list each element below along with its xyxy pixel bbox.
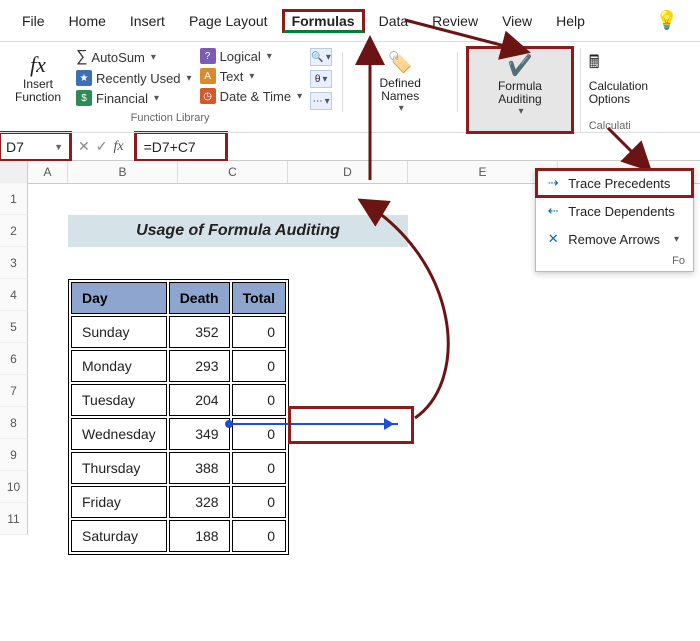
- chevron-down-icon: ▾: [151, 52, 156, 63]
- table-row: Monday2930: [71, 350, 286, 382]
- search-icon: 🔍: [311, 52, 323, 63]
- lookup-button[interactable]: 🔍▾: [310, 48, 332, 66]
- data-table: Day Death Total Sunday3520 Monday2930 Tu…: [68, 279, 289, 555]
- ribbon: fx Insert Function ∑AutoSum▾ ★Recently U…: [0, 42, 700, 133]
- formula-auditing-button[interactable]: ✔️ Formula Auditing ▾: [468, 48, 571, 132]
- calculation-group-label: Calculati: [589, 120, 631, 132]
- header-death: Death: [169, 282, 230, 314]
- date-time-button[interactable]: ◷Date & Time▾: [200, 88, 303, 104]
- menu-view[interactable]: View: [492, 9, 542, 33]
- row-header[interactable]: 2: [0, 215, 28, 247]
- table-row: Saturday1880: [71, 520, 286, 552]
- col-header-b[interactable]: B: [68, 161, 178, 183]
- row-header[interactable]: 6: [0, 343, 28, 375]
- trace-precedents-item[interactable]: ⇢Trace Precedents: [536, 169, 693, 197]
- defined-names-button[interactable]: 🏷️ Defined Names ▾: [353, 48, 447, 132]
- trace-precedents-icon: ⇢: [544, 175, 562, 191]
- col-header-a[interactable]: A: [28, 161, 68, 183]
- defined-names-icon: 🏷️: [388, 50, 413, 75]
- menu-data[interactable]: Data: [369, 9, 419, 33]
- group-function-library: fx Insert Function ∑AutoSum▾ ★Recently U…: [8, 48, 332, 132]
- menu-review[interactable]: Review: [422, 9, 488, 33]
- calculation-icon: 🖩: [589, 50, 600, 80]
- menu-insert[interactable]: Insert: [120, 9, 175, 33]
- logical-icon: ?: [200, 48, 216, 64]
- remove-arrows-icon: ✕: [544, 231, 562, 247]
- cancel-icon[interactable]: ✕: [78, 138, 90, 155]
- remove-arrows-item[interactable]: ✕Remove Arrows▾: [536, 225, 693, 253]
- table-row: Friday3280: [71, 486, 286, 518]
- recently-used-button[interactable]: ★Recently Used▾: [76, 70, 192, 86]
- formula-auditing-dropdown: ⇢Trace Precedents ⇠Trace Dependents ✕Rem…: [535, 168, 694, 272]
- menu-file[interactable]: File: [12, 9, 55, 33]
- calculation-options-button[interactable]: Calculation Options: [589, 80, 692, 106]
- row-header[interactable]: 7: [0, 375, 28, 407]
- financial-button[interactable]: $Financial▾: [76, 90, 192, 106]
- col-header-d[interactable]: D: [288, 161, 408, 183]
- tell-me-icon[interactable]: 💡: [646, 6, 688, 35]
- menu-help[interactable]: Help: [546, 9, 595, 33]
- menu-bar: File Home Insert Page Layout Formulas Da…: [0, 0, 700, 42]
- function-library-label: Function Library: [131, 112, 210, 124]
- name-box[interactable]: D7 ▼: [0, 133, 70, 160]
- auditing-icon: ✔️: [508, 53, 533, 78]
- formula-bar: D7 ▼ ✕ ✓ fx =D7+C7: [0, 133, 700, 161]
- insert-function-button[interactable]: fx Insert Function: [8, 48, 68, 108]
- table-row: Thursday3880: [71, 452, 286, 484]
- dropdown-footer: Fo: [536, 253, 693, 271]
- sheet-title: Usage of Formula Auditing: [68, 215, 408, 247]
- insert-function-label: Insert Function: [10, 78, 66, 104]
- header-day: Day: [71, 282, 167, 314]
- menu-page-layout[interactable]: Page Layout: [179, 9, 278, 33]
- table-header-row: Day Death Total: [71, 282, 286, 314]
- row-header[interactable]: 8: [0, 407, 28, 439]
- formula-value: =D7+C7: [144, 139, 196, 155]
- row-header[interactable]: 3: [0, 247, 28, 279]
- row-header[interactable]: 1: [0, 183, 28, 215]
- fx-icon[interactable]: fx: [113, 139, 123, 155]
- confirm-icon[interactable]: ✓: [96, 138, 108, 155]
- col-header-c[interactable]: C: [178, 161, 288, 183]
- fx-icon: fx: [30, 52, 46, 78]
- header-total: Total: [232, 282, 286, 314]
- row-header[interactable]: 10: [0, 471, 28, 503]
- logical-button[interactable]: ?Logical▾: [200, 48, 303, 64]
- recent-icon: ★: [76, 70, 92, 86]
- table-row: Tuesday2040: [71, 384, 286, 416]
- text-icon: A: [200, 68, 216, 84]
- clock-icon: ◷: [200, 88, 216, 104]
- trace-dependents-icon: ⇠: [544, 203, 562, 219]
- more-functions-button[interactable]: ⋯▾: [310, 92, 332, 110]
- chevron-down-icon: ▼: [54, 142, 63, 152]
- formula-input[interactable]: =D7+C7: [136, 133, 226, 160]
- select-all-corner[interactable]: [0, 161, 28, 183]
- theta-icon: θ: [315, 74, 321, 85]
- menu-home[interactable]: Home: [59, 9, 116, 33]
- autosum-button[interactable]: ∑AutoSum▾: [76, 48, 192, 66]
- menu-formulas[interactable]: Formulas: [282, 9, 365, 33]
- row-header[interactable]: 4: [0, 279, 28, 311]
- trace-dependents-item[interactable]: ⇠Trace Dependents: [536, 197, 693, 225]
- math-button[interactable]: θ▾: [310, 70, 332, 88]
- row-header[interactable]: 5: [0, 311, 28, 343]
- row-header[interactable]: 9: [0, 439, 28, 471]
- financial-icon: $: [76, 90, 92, 106]
- text-button[interactable]: AText▾: [200, 68, 303, 84]
- more-icon: ⋯: [313, 96, 323, 107]
- name-box-value: D7: [6, 139, 24, 155]
- selected-cell-d7: [290, 408, 412, 442]
- table-row: Sunday3520: [71, 316, 286, 348]
- row-header[interactable]: 11: [0, 503, 28, 535]
